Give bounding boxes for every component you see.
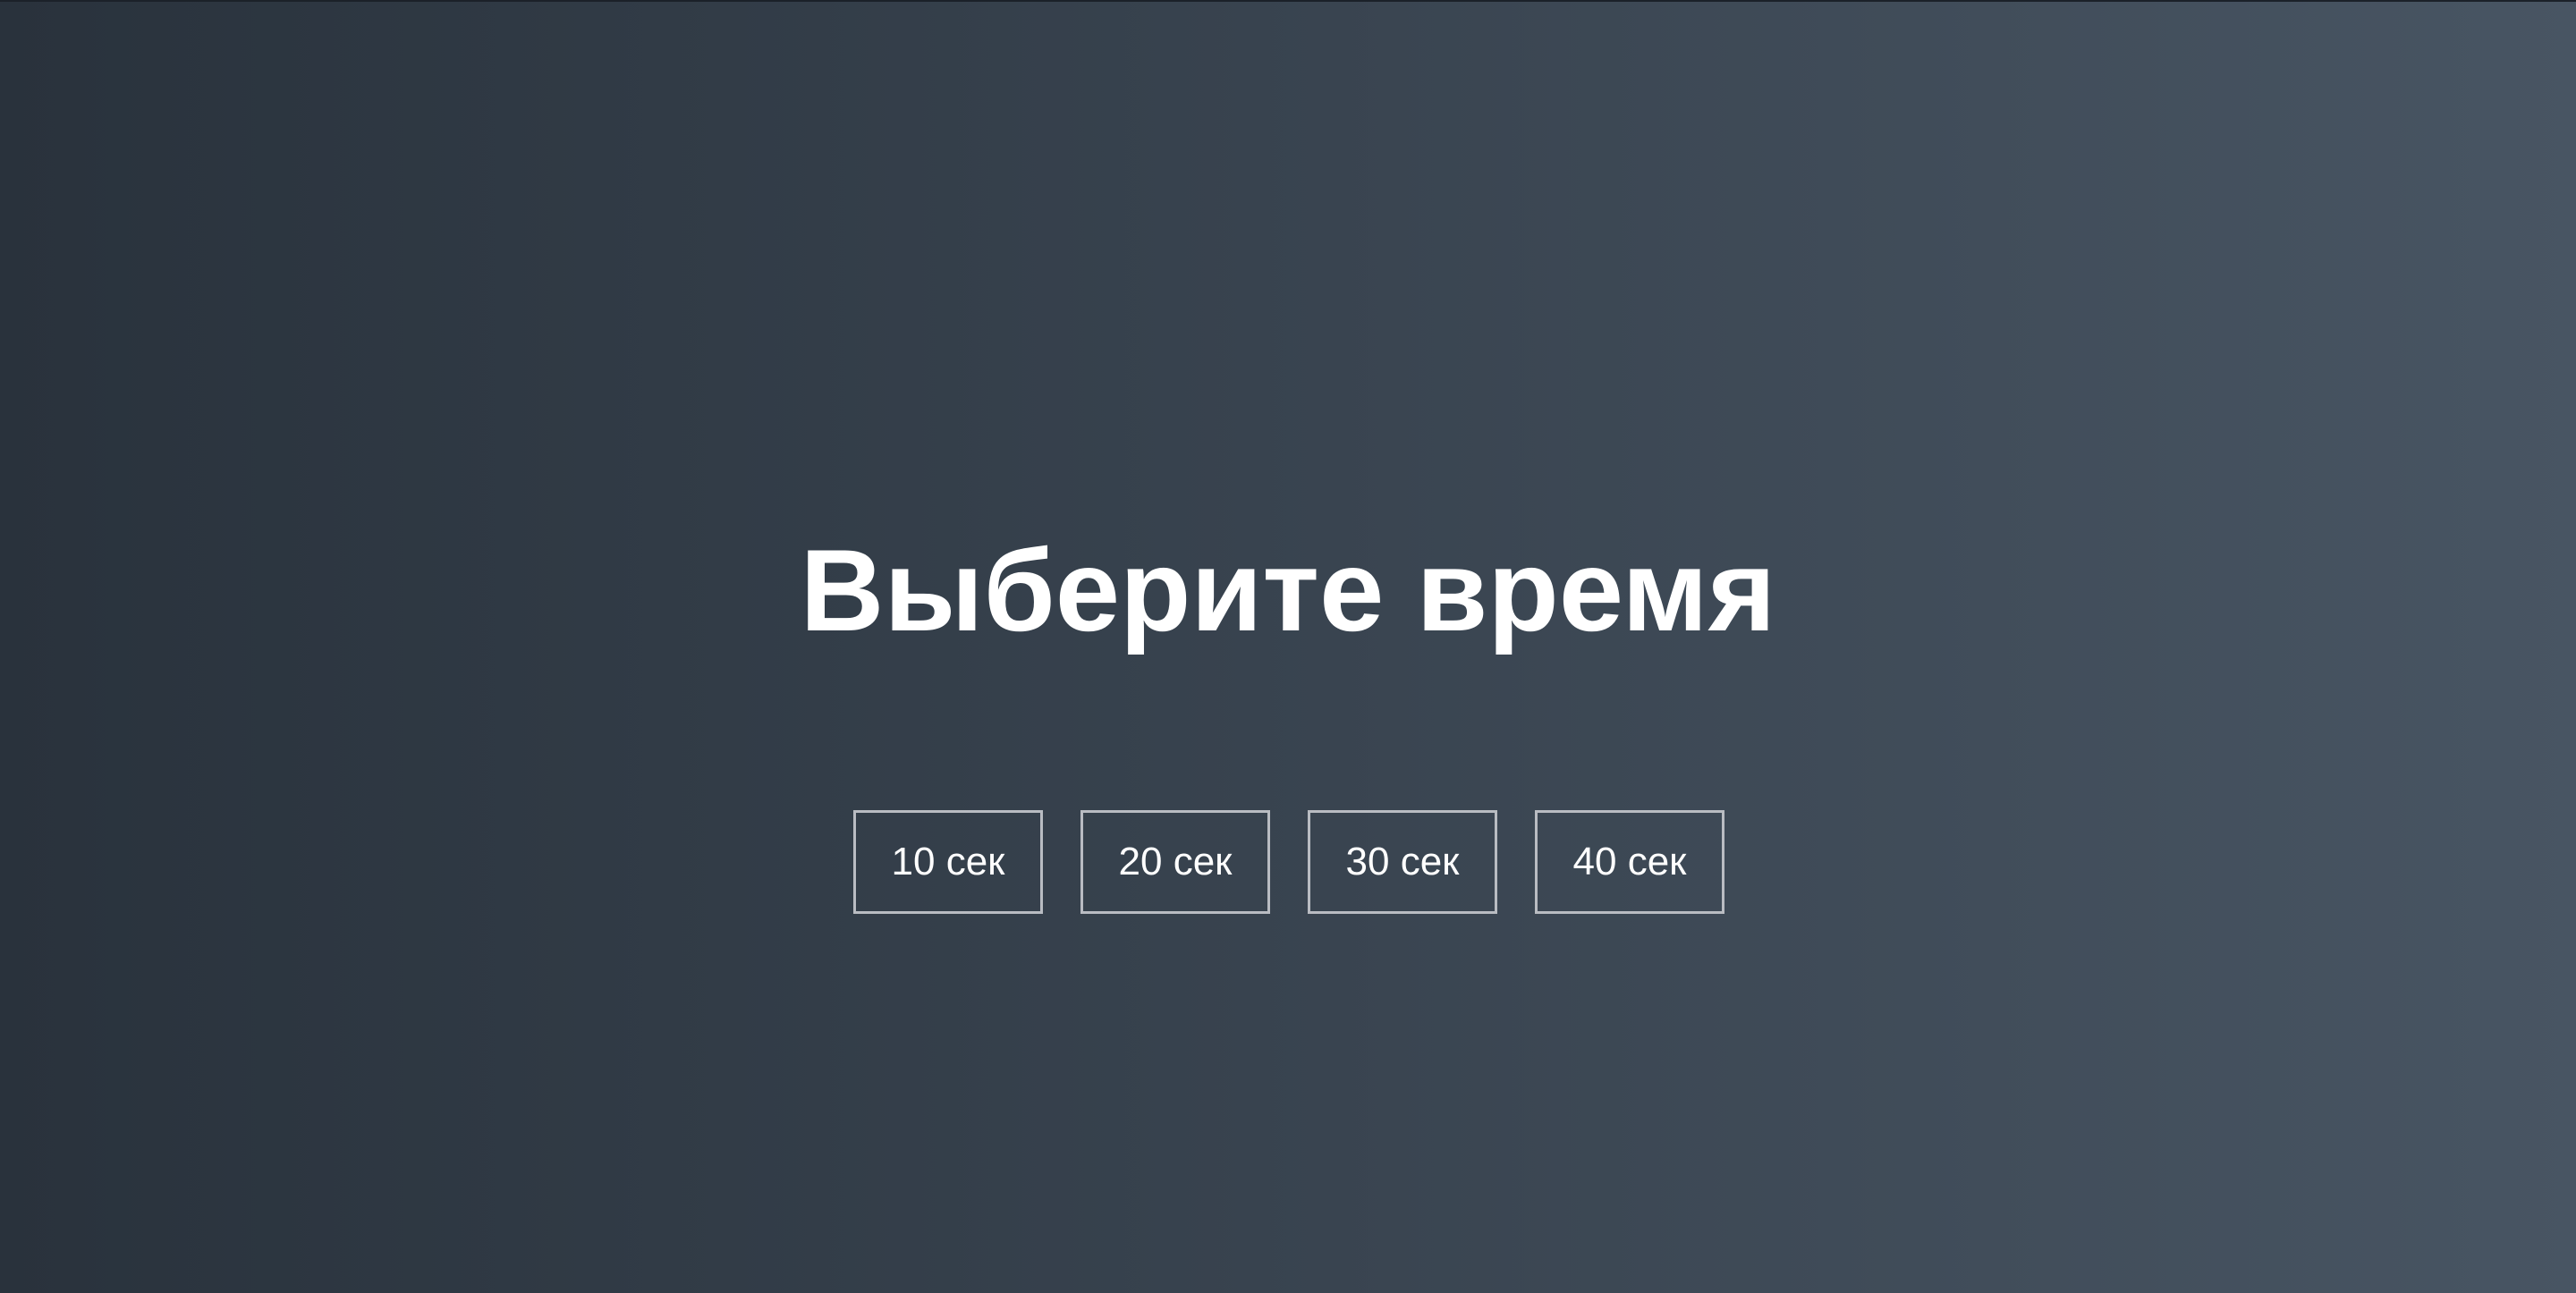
time-40-sec-button[interactable]: 40 сек — [1535, 810, 1724, 914]
time-option-item: 30 сек — [1308, 810, 1497, 914]
time-10-sec-button[interactable]: 10 сек — [853, 810, 1043, 914]
time-select-screen: Выберите время 10 сек 20 сек 30 сек 40 с… — [0, 0, 2576, 1293]
time-option-item: 10 сек — [853, 810, 1043, 914]
time-option-item: 20 сек — [1080, 810, 1270, 914]
time-option-item: 40 сек — [1535, 810, 1724, 914]
page-title: Выберите время — [800, 525, 1776, 655]
time-options-list: 10 сек 20 сек 30 сек 40 сек — [853, 810, 1724, 914]
time-20-sec-button[interactable]: 20 сек — [1080, 810, 1270, 914]
time-30-sec-button[interactable]: 30 сек — [1308, 810, 1497, 914]
